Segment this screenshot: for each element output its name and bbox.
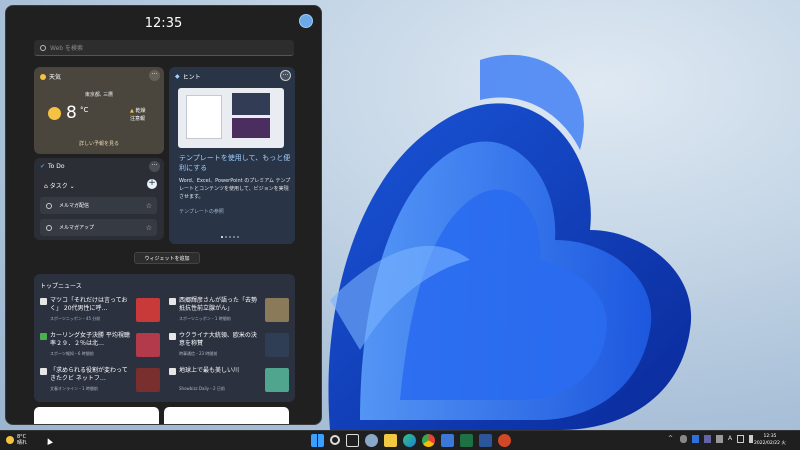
edge-icon[interactable] — [403, 434, 416, 447]
network-icon[interactable] — [737, 435, 745, 443]
usb-icon[interactable] — [716, 435, 723, 443]
tips-heading[interactable]: テンプレートを使用して、もっと便利にする — [179, 153, 291, 173]
todo-item[interactable]: メルマガアップ ☆ — [40, 219, 157, 236]
dropbox-icon[interactable] — [692, 435, 699, 443]
news-thumbnail — [136, 333, 160, 357]
temperature-unit[interactable]: °C — [80, 106, 88, 114]
news-thumbnail — [265, 333, 289, 357]
cloud-icon[interactable] — [680, 435, 687, 443]
complete-checkbox[interactable] — [46, 202, 52, 209]
news-story[interactable]: 「求められる役割が変わってきたクビ ネットフ… 文春オンライン・1 時間前 — [40, 367, 160, 401]
widgets-panel: 12:35 Web を検索 天気 ··· 東京都, 三鷹 8 °C ▲ 乾燥 注… — [5, 5, 322, 425]
news-story[interactable]: マツコ「それだけは言っておく」 20代男性に呼… スポーツニッポン・45 分前 — [40, 297, 160, 331]
carousel-dots[interactable] — [221, 236, 239, 238]
todo-widget[interactable]: ✔ To Do ··· ⌂ タスク ⌄ + メルマガ配信 ☆ メルマガアップ ☆ — [34, 158, 164, 240]
mouse-cursor-icon — [45, 437, 53, 445]
add-widget-button[interactable]: ウィジェットを追加 — [134, 252, 200, 264]
template-preview-image — [178, 88, 284, 148]
taskbar-condition: 晴れ — [17, 440, 28, 446]
news-thumbnail — [136, 368, 160, 392]
sun-icon — [6, 436, 14, 444]
source-icon — [169, 298, 176, 305]
weather-forecast-link[interactable]: 詳しい予報を見る — [34, 140, 164, 147]
weather-more-button[interactable]: ··· — [149, 70, 160, 81]
file-explorer-icon[interactable] — [384, 434, 397, 447]
complete-checkbox[interactable] — [46, 224, 52, 231]
source-icon — [169, 368, 176, 375]
profile-avatar[interactable] — [299, 14, 313, 28]
source-icon — [40, 368, 47, 375]
weather-alert: ▲ 乾燥 注意報 — [130, 108, 146, 122]
search-icon — [40, 44, 46, 51]
task-list-dropdown[interactable]: ⌂ タスク ⌄ — [44, 181, 75, 190]
chevron-up-icon[interactable]: ^ — [668, 435, 675, 443]
word-icon[interactable] — [479, 434, 492, 447]
taskbar: 8°C 晴れ ^ A 12:35 2022/02/22 火 — [0, 430, 800, 450]
news-story[interactable]: ウクライナ大統領、欧米の決意を称賛 時事通信・23 時間前 — [169, 332, 289, 366]
sun-icon — [40, 73, 46, 80]
start-button[interactable] — [311, 434, 324, 447]
store-icon[interactable] — [441, 434, 454, 447]
star-icon[interactable]: ☆ — [146, 224, 152, 232]
panel-clock: 12:35 — [144, 16, 183, 31]
todo-item[interactable]: メルマガ配信 ☆ — [40, 197, 157, 214]
todo-title: ✔ To Do — [40, 163, 65, 170]
tips-more-button[interactable]: ··· — [280, 70, 291, 81]
home-icon: ⌂ — [44, 183, 48, 190]
tips-body: Word、Excel、PowerPoint のプレミアム テンプレートとコンテン… — [179, 178, 291, 200]
search-placeholder: Web を検索 — [50, 45, 83, 52]
web-search-box[interactable]: Web を検索 — [34, 40, 294, 56]
weather-title: 天気 — [40, 72, 61, 81]
add-task-button[interactable]: + — [147, 179, 157, 189]
source-icon — [40, 298, 47, 305]
powerpoint-icon[interactable] — [498, 434, 511, 447]
star-icon[interactable]: ☆ — [146, 202, 152, 210]
search-icon[interactable] — [330, 435, 340, 445]
sunny-icon — [48, 107, 61, 120]
check-icon: ✔ — [40, 163, 46, 170]
taskbar-apps — [311, 434, 511, 447]
news-thumbnail — [136, 298, 160, 322]
settings-icon[interactable] — [365, 434, 378, 447]
system-clock[interactable]: 12:35 2022/02/22 火 — [754, 433, 786, 447]
excel-icon[interactable] — [460, 434, 473, 447]
news-thumbnail — [265, 368, 289, 392]
warning-icon: ▲ — [130, 108, 134, 114]
widget-card[interactable] — [34, 407, 159, 424]
widget-card[interactable] — [164, 407, 289, 424]
ime-indicator[interactable]: A — [728, 435, 732, 443]
weather-widget[interactable]: 天気 ··· 東京都, 三鷹 8 °C ▲ 乾燥 注意報 詳しい予報を見る — [34, 67, 164, 154]
templates-link[interactable]: テンプレートの参照 — [179, 208, 224, 215]
taskbar-weather-button[interactable]: 8°C 晴れ — [6, 434, 27, 446]
teams-icon[interactable] — [704, 435, 711, 443]
system-tray: ^ A — [668, 435, 756, 443]
top-news-widget: トップニュース マツコ「それだけは言っておく」 20代男性に呼… スポーツニッポ… — [34, 274, 295, 402]
news-story[interactable]: 地球上で最も美しい川 Showbizz Daily・2 日前 — [169, 367, 289, 401]
news-thumbnail — [265, 298, 289, 322]
chrome-icon[interactable] — [422, 434, 435, 447]
task-view-icon[interactable] — [346, 434, 359, 447]
temperature-value: 8 — [66, 103, 77, 123]
tips-widget[interactable]: ◆ ヒント ··· テンプレートを使用して、もっと便利にする Word、Exce… — [169, 67, 295, 244]
weather-location[interactable]: 東京都, 三鷹 — [34, 91, 164, 98]
source-icon — [40, 333, 47, 340]
todo-more-button[interactable]: ··· — [149, 161, 160, 172]
news-title: トップニュース — [40, 283, 82, 290]
tips-title: ◆ ヒント — [175, 73, 201, 81]
news-story[interactable]: 西郷輝彦さんが語った「去勢抵抗性前立腺がん」 スポーツニッポン・1 時間前 — [169, 297, 289, 331]
lightbulb-icon: ◆ — [175, 73, 180, 80]
news-story[interactable]: カーリング女子決勝 平均視聴率２９．２％は北… スポーツ報知・6 時間前 — [40, 332, 160, 366]
source-icon — [169, 333, 176, 340]
